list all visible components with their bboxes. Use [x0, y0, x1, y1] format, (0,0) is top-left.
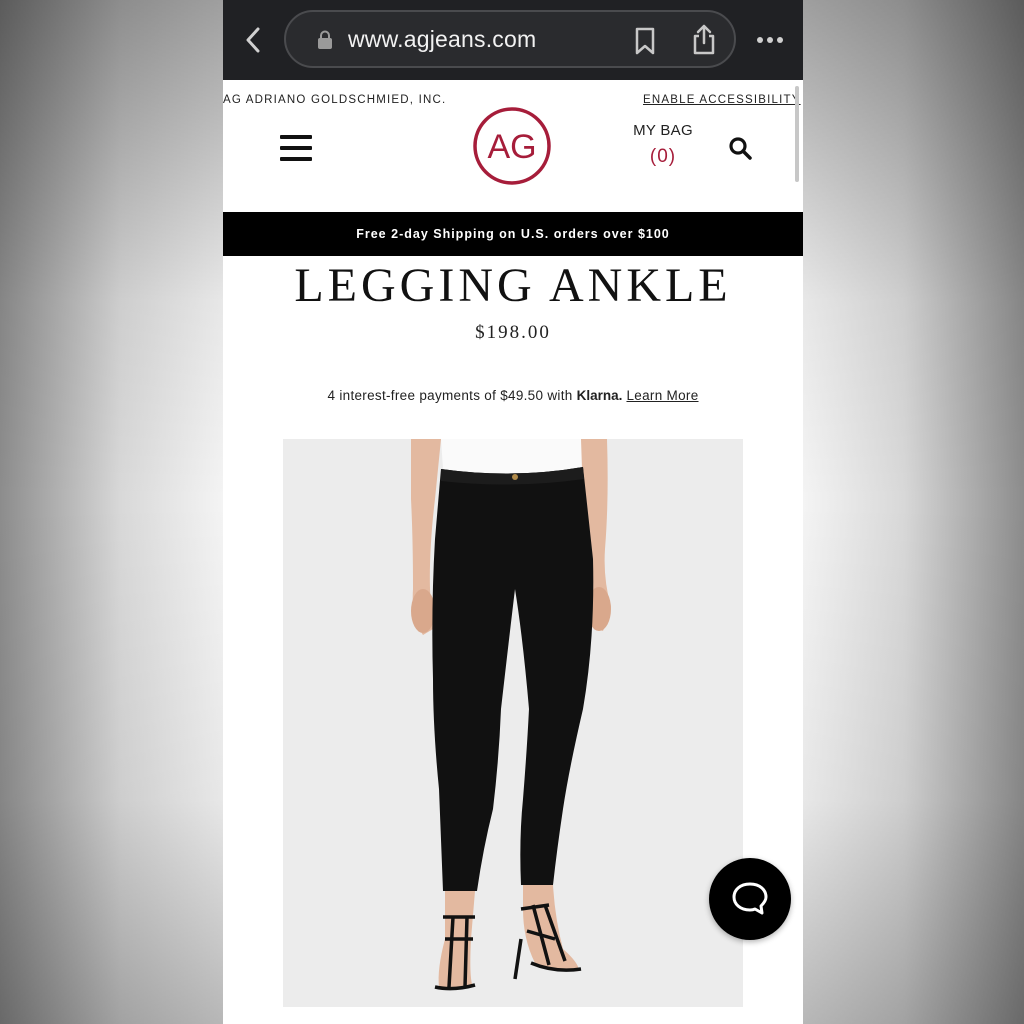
chat-button[interactable] [709, 858, 791, 940]
bag-label: MY BAG [633, 122, 693, 139]
product-price: $198.00 [475, 322, 551, 343]
scrollbar[interactable] [795, 86, 799, 182]
back-button[interactable] [239, 24, 267, 56]
lock-icon [318, 30, 332, 49]
promo-text: Free 2-day Shipping on U.S. orders over … [356, 227, 670, 241]
more-icon[interactable] [755, 30, 785, 50]
address-bar[interactable]: www.agjeans.com [284, 10, 736, 68]
browser-toolbar: www.agjeans.com [223, 0, 803, 80]
klarna-text: 4 interest-free payments of $49.50 with [327, 388, 573, 403]
klarna-message: 4 interest-free payments of $49.50 with … [223, 388, 803, 403]
klarna-brand: Klarna. [576, 388, 623, 403]
menu-icon[interactable] [280, 135, 312, 161]
promo-banner: Free 2-day Shipping on U.S. orders over … [223, 212, 803, 256]
back-icon [246, 27, 260, 53]
svg-text:AG: AG [487, 128, 536, 166]
bookmark-icon[interactable] [632, 26, 658, 56]
ag-logo[interactable]: AG [472, 106, 552, 186]
enable-accessibility-link[interactable]: ENABLE ACCESSIBILITY [643, 94, 801, 106]
share-icon[interactable] [690, 24, 718, 56]
learn-more-link[interactable]: Learn More [626, 388, 698, 403]
search-icon[interactable] [728, 136, 752, 160]
chat-bubble-icon [732, 882, 768, 915]
my-bag-button[interactable]: MY BAG (0) [625, 122, 701, 168]
url-text: www.agjeans.com [348, 26, 537, 52]
product-image[interactable] [283, 439, 743, 1007]
phone-screen: www.agjeans.com AG ADRIANO GOLDSCHMIED, … [223, 0, 803, 1024]
product-title: LEGGING ANKLE [294, 259, 732, 312]
company-name: AG ADRIANO GOLDSCHMIED, INC. [223, 94, 447, 106]
bag-count: (0) [649, 146, 677, 167]
